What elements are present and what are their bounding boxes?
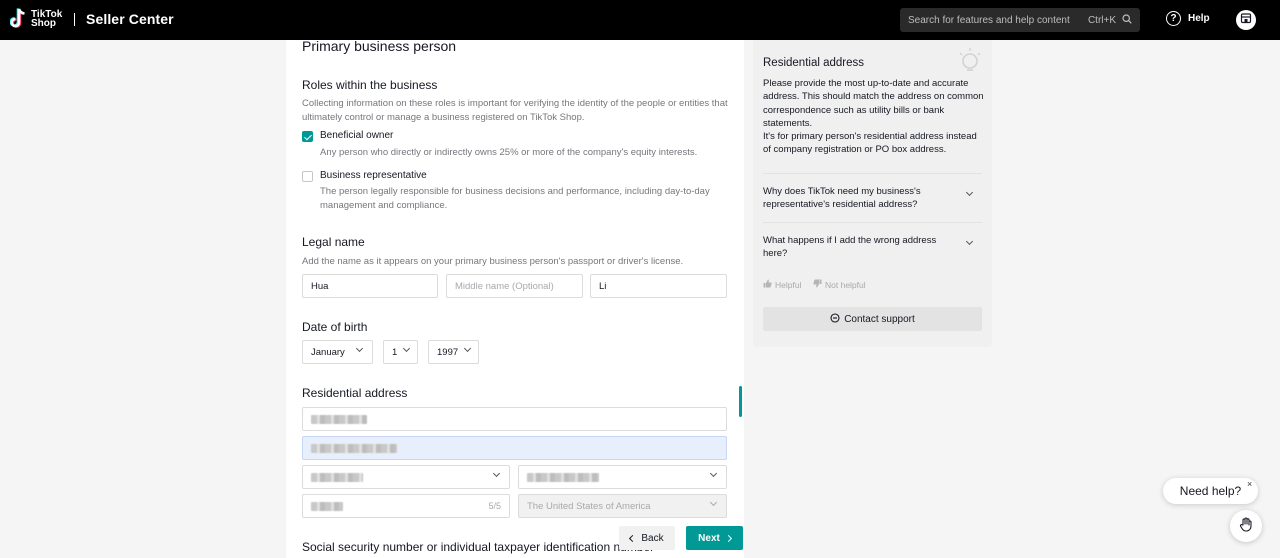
thumbs-up-icon: [763, 279, 772, 290]
side-body-paragraph-2: It's for primary person's residential ad…: [763, 131, 977, 156]
state-select[interactable]: [518, 465, 727, 489]
chevron-down-icon: [709, 498, 718, 507]
middle-name-input[interactable]: Middle name (Optional): [446, 274, 583, 298]
chevron-down-icon: [355, 344, 364, 353]
app-title: Seller Center: [86, 11, 174, 27]
dob-month-value: January: [311, 346, 345, 358]
next-button[interactable]: Next: [686, 526, 743, 550]
logo-divider: [74, 13, 75, 26]
faq-item[interactable]: Why does TikTok need my business's repre…: [763, 173, 982, 212]
faq-question: Why does TikTok need my business's repre…: [763, 186, 921, 211]
business-representative-checkbox[interactable]: [302, 171, 313, 182]
business-representative-desc: The person legally responsible for busin…: [320, 186, 710, 211]
first-name-input[interactable]: Hua: [302, 274, 438, 298]
search-input[interactable]: Search for features and help content Ctr…: [900, 8, 1140, 32]
zip-code-input[interactable]: 5/5: [302, 494, 510, 518]
chevron-down-icon: [492, 469, 501, 478]
chevron-down-icon: [402, 344, 411, 353]
chevron-left-icon: [629, 534, 637, 542]
search-shortcut: Ctrl+K: [1087, 14, 1116, 26]
back-label: Back: [641, 532, 664, 544]
dob-day-select[interactable]: 1: [383, 340, 418, 364]
legal-name-title: Legal name: [302, 235, 365, 249]
question-icon: ?: [1166, 11, 1181, 26]
dob-year-value: 1997: [437, 346, 459, 358]
legal-name-hint: Add the name as it appears on your prima…: [302, 256, 684, 267]
redacted-text: [311, 414, 367, 424]
store-icon: [1240, 11, 1252, 29]
faq-item[interactable]: What happens if I add the wrong address …: [763, 222, 982, 261]
city-select[interactable]: [302, 465, 510, 489]
beneficial-owner-checkbox[interactable]: [302, 131, 313, 142]
dob-title: Date of birth: [302, 320, 368, 334]
contact-support-label: Contact support: [844, 313, 915, 325]
shop-account-button[interactable]: [1236, 10, 1256, 30]
top-bar: TikTok Shop Seller Center Search for fea…: [0, 0, 1280, 40]
next-label: Next: [698, 532, 720, 544]
not-helpful-button[interactable]: Not helpful: [813, 279, 866, 290]
lightbulb-icon: [956, 46, 982, 81]
beneficial-owner-desc: Any person who directly or indirectly ow…: [320, 147, 698, 158]
street-address-input[interactable]: [302, 407, 727, 431]
section-title: Primary business person: [302, 38, 457, 54]
need-help-bubble[interactable]: Need help?: [1163, 478, 1258, 504]
address-title: Residential address: [302, 386, 408, 400]
helpful-label: Helpful: [775, 279, 802, 290]
hand-icon: [1238, 516, 1254, 537]
faq-question: What happens if I add the wrong address …: [763, 235, 937, 260]
redacted-text: [311, 501, 343, 511]
beneficial-owner-label: Beneficial owner: [320, 130, 394, 141]
redacted-text: [311, 443, 397, 453]
search-icon: [1122, 13, 1132, 27]
tiktok-logo-icon: [9, 8, 28, 30]
country-select: The United States of America: [518, 494, 727, 518]
chevron-down-icon: [463, 344, 472, 353]
help-label: Help: [1188, 13, 1210, 24]
chevron-right-icon: [724, 534, 732, 542]
side-body-paragraph-1: Please provide the most up-to-date and a…: [763, 78, 984, 129]
redacted-text: [311, 472, 363, 482]
business-representative-label: Business representative: [320, 170, 427, 181]
logo-line-2: Shop: [31, 18, 56, 29]
side-body: Please provide the most up-to-date and a…: [763, 77, 985, 157]
zip-counter: 5/5: [488, 501, 501, 511]
chevron-down-icon: [709, 469, 718, 478]
ssn-title: Social security number or individual tax…: [302, 540, 655, 554]
chevron-down-icon: [965, 237, 974, 246]
chevron-down-icon: [965, 188, 974, 197]
side-title: Residential address: [763, 57, 865, 69]
address-line-2-input[interactable]: [302, 436, 727, 460]
roles-hint: Collecting information on these roles is…: [302, 98, 728, 123]
help-widget-button[interactable]: [1230, 510, 1262, 542]
scrollbar-thumb[interactable]: [739, 386, 742, 417]
last-name-input[interactable]: Li: [590, 274, 727, 298]
back-button[interactable]: Back: [619, 526, 675, 550]
helpful-button[interactable]: Helpful: [763, 279, 801, 290]
thumbs-down-icon: [813, 279, 822, 290]
search-placeholder: Search for features and help content: [908, 14, 1070, 26]
chat-icon: [830, 312, 840, 326]
redacted-text: [527, 472, 599, 482]
close-icon[interactable]: ×: [1247, 479, 1252, 489]
roles-title: Roles within the business: [302, 78, 438, 92]
contact-support-button[interactable]: Contact support: [763, 307, 982, 331]
help-side-panel: Residential address Please provide the m…: [753, 40, 992, 347]
dob-day-value: 1: [392, 346, 398, 358]
dob-year-select[interactable]: 1997: [428, 340, 479, 364]
form-panel: Primary business person Roles within the…: [286, 38, 744, 558]
tiktok-shop-logo[interactable]: TikTok Shop: [9, 8, 62, 30]
not-helpful-label: Not helpful: [825, 279, 866, 290]
country-value: The United States of America: [527, 500, 651, 512]
help-button[interactable]: ? Help: [1166, 11, 1210, 26]
dob-month-select[interactable]: January: [302, 340, 373, 364]
